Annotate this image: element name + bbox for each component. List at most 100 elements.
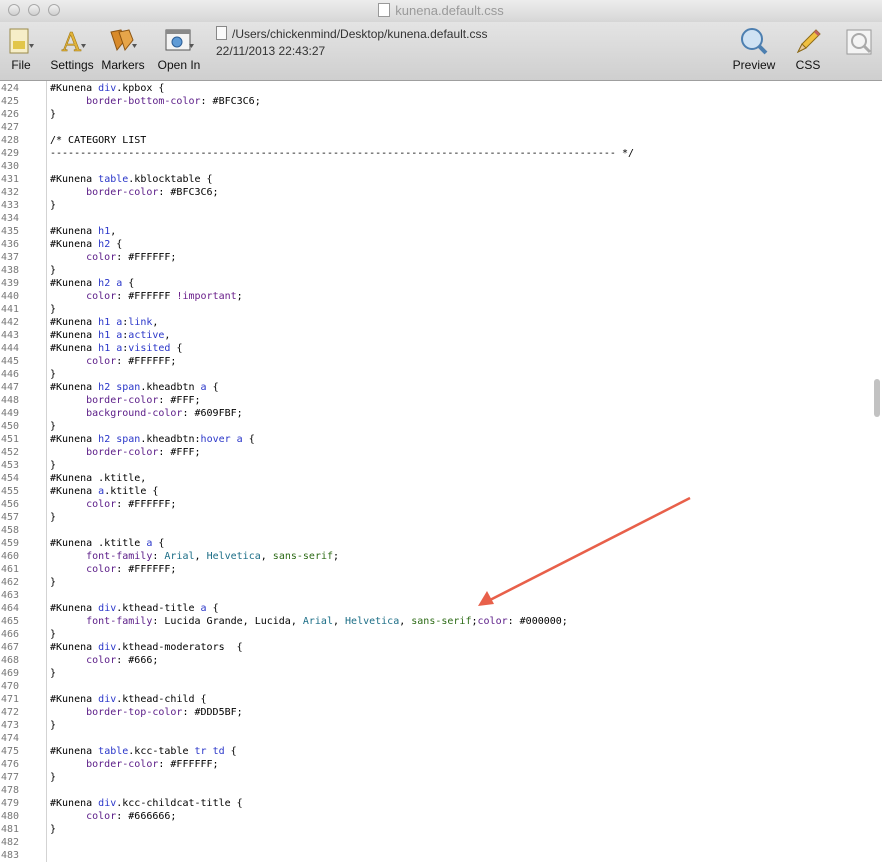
line-number: 478 bbox=[1, 785, 20, 796]
code-token: , bbox=[152, 317, 159, 328]
inspector-button[interactable] bbox=[842, 26, 878, 58]
code-token: border-color bbox=[86, 187, 159, 198]
line-number: 461 bbox=[1, 564, 20, 575]
code-token: : #FFFFFF; bbox=[116, 564, 177, 575]
line-number: 434 bbox=[1, 213, 20, 224]
code-line: #Kunena a.ktitle { bbox=[50, 485, 158, 498]
code-token: .kheadbtn bbox=[140, 382, 201, 393]
code-token: table bbox=[98, 174, 129, 185]
line-number: 448 bbox=[1, 395, 20, 406]
code-token: : #BFC3C6; bbox=[200, 96, 261, 107]
code-token: #Kunena bbox=[50, 434, 99, 445]
code-line: } bbox=[50, 628, 56, 641]
code-token: color bbox=[86, 356, 117, 367]
code-token: : #609FBF; bbox=[182, 408, 243, 419]
code-token: h1 a bbox=[98, 317, 123, 328]
code-token: : bbox=[152, 551, 165, 562]
file-icon bbox=[5, 26, 37, 56]
code-area[interactable]: #Kunena div.kpbox { border-bottom-color:… bbox=[50, 81, 870, 862]
code-line: color: #FFFFFF; bbox=[50, 355, 176, 368]
preview-button[interactable]: Preview bbox=[731, 26, 777, 72]
line-number: 465 bbox=[1, 616, 20, 627]
code-line: } bbox=[50, 264, 56, 277]
window-title: kunena.default.css bbox=[0, 3, 882, 18]
code-token: { bbox=[152, 538, 165, 549]
code-line: border-color: #FFF; bbox=[50, 446, 200, 459]
line-number: 467 bbox=[1, 642, 20, 653]
code-token: h2 a bbox=[98, 278, 123, 289]
code-token: ; bbox=[236, 291, 243, 302]
file-timestamp: 22/11/2013 22:43:27 bbox=[216, 44, 326, 58]
code-token: Helvetica bbox=[206, 551, 261, 562]
code-token: } bbox=[50, 720, 57, 731]
code-line: } bbox=[50, 719, 56, 732]
code-token: border-color bbox=[86, 395, 159, 406]
code-token: div bbox=[98, 642, 117, 653]
code-token: { bbox=[206, 603, 219, 614]
code-token: #Kunena bbox=[50, 603, 99, 614]
code-line: } bbox=[50, 667, 56, 680]
settings-button[interactable]: A Settings bbox=[50, 26, 94, 72]
code-token: : #FFFFFF bbox=[116, 291, 177, 302]
code-token: } bbox=[50, 512, 57, 523]
code-line: color: #FFFFFF; bbox=[50, 563, 176, 576]
code-token: #Kunena bbox=[50, 798, 99, 809]
code-token: Helvetica bbox=[345, 616, 400, 627]
line-number: 426 bbox=[1, 109, 20, 120]
css-button[interactable]: CSS bbox=[790, 26, 826, 72]
line-number: 474 bbox=[1, 733, 20, 744]
code-line: color: #FFFFFF; bbox=[50, 251, 176, 264]
code-token: /* CATEGORY LIST bbox=[50, 135, 147, 146]
code-token: div bbox=[98, 603, 117, 614]
open-in-label: Open In bbox=[157, 58, 201, 72]
code-line: } bbox=[50, 771, 56, 784]
code-token: color bbox=[86, 252, 117, 263]
vertical-scrollbar[interactable] bbox=[872, 81, 882, 862]
code-token: , bbox=[110, 226, 117, 237]
markers-label: Markers bbox=[101, 58, 145, 72]
code-line: #Kunena h2 { bbox=[50, 238, 122, 251]
code-line: #Kunena table.kcc-table tr td { bbox=[50, 745, 237, 758]
code-token: border-bottom-color bbox=[86, 96, 201, 107]
browser-window-icon bbox=[163, 26, 195, 56]
code-token: } bbox=[50, 629, 57, 640]
code-token: div bbox=[98, 83, 117, 94]
code-line: } bbox=[50, 459, 56, 472]
css-label: CSS bbox=[795, 58, 821, 72]
open-in-button[interactable]: Open In bbox=[154, 26, 204, 72]
code-token: color bbox=[86, 499, 117, 510]
code-token: } bbox=[50, 265, 57, 276]
code-token: link bbox=[128, 317, 153, 328]
code-token: { bbox=[224, 746, 237, 757]
code-token: #Kunena bbox=[50, 278, 99, 289]
code-token: , bbox=[332, 616, 346, 627]
code-token: #Kunena bbox=[50, 330, 99, 341]
code-line: border-color: #FFF; bbox=[50, 394, 200, 407]
code-token: .kblocktable { bbox=[128, 174, 213, 185]
line-number: 470 bbox=[1, 681, 20, 692]
code-token: h1 a bbox=[98, 330, 123, 341]
code-line: font-family: Lucida Grande, Lucida, Aria… bbox=[50, 615, 568, 628]
scrollbar-thumb[interactable] bbox=[874, 379, 880, 417]
code-token: { bbox=[110, 239, 123, 250]
line-number: 482 bbox=[1, 837, 20, 848]
code-line: border-top-color: #DDD5BF; bbox=[50, 706, 243, 719]
markers-button[interactable]: Markers bbox=[100, 26, 146, 72]
code-token: #Kunena bbox=[50, 343, 99, 354]
line-number: 479 bbox=[1, 798, 20, 809]
code-line: } bbox=[50, 303, 56, 316]
document-icon bbox=[378, 3, 391, 17]
code-token: #Kunena bbox=[50, 382, 99, 393]
code-token: sans-serif bbox=[411, 616, 472, 627]
code-token: font-family bbox=[86, 616, 153, 627]
window-title-text: kunena.default.css bbox=[395, 3, 504, 18]
file-button[interactable]: File bbox=[4, 26, 38, 72]
code-editor[interactable]: 424 425 426 427 428 429 430 431 432 433 434 435 436 4… bbox=[0, 81, 882, 862]
font-settings-icon: A bbox=[56, 26, 88, 58]
